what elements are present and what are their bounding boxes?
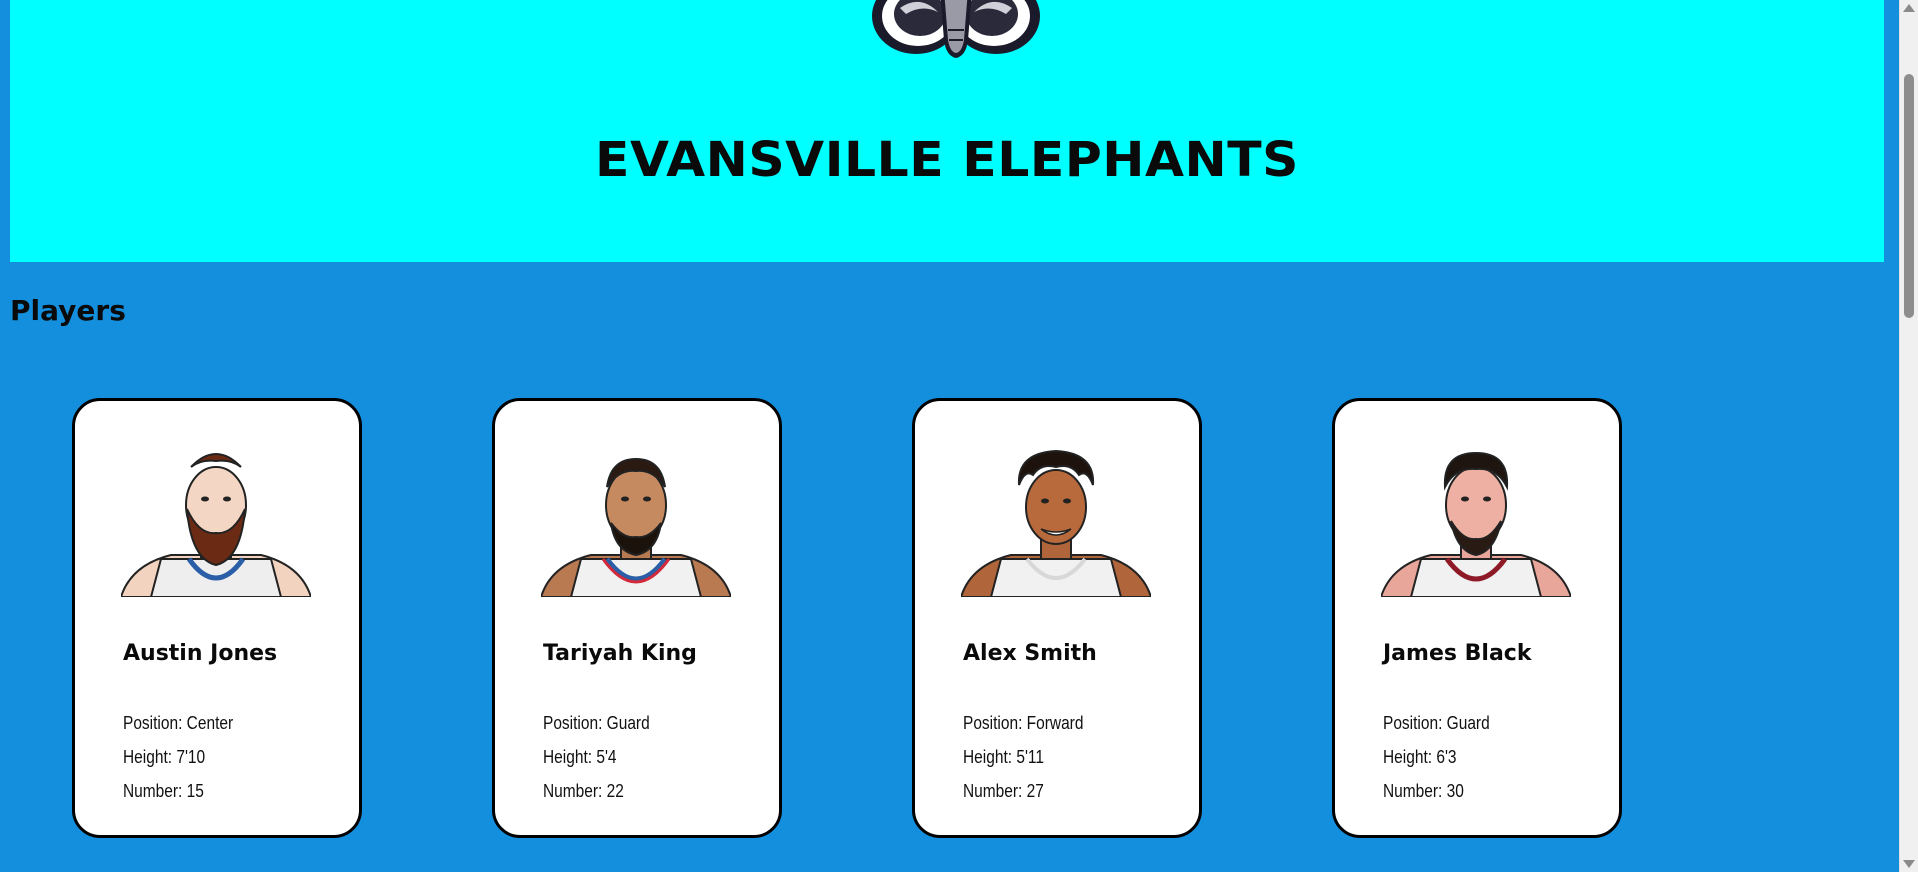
player-number: Number: 27	[963, 781, 1044, 801]
scroll-down-arrow-icon[interactable]	[1903, 860, 1915, 868]
player-position: Position: Guard	[1383, 713, 1490, 733]
team-header: EVANSVILLE ELEPHANTS	[10, 0, 1884, 262]
player-card[interactable]: Tariyah King Position: Guard Height: 5'4…	[492, 398, 782, 838]
player-name: James Black	[1383, 641, 1532, 666]
player-number: Number: 30	[1383, 781, 1464, 801]
player-avatar-icon	[541, 457, 731, 597]
player-height: Height: 6'3	[1383, 747, 1457, 767]
player-height: Height: 5'4	[543, 747, 617, 767]
player-card[interactable]: Austin Jones Position: Center Height: 7'…	[72, 398, 362, 838]
player-position: Position: Forward	[963, 713, 1084, 733]
elephant-logo-icon	[872, 0, 1040, 58]
team-title: EVANSVILLE ELEPHANTS	[595, 132, 1299, 188]
player-position: Position: Center	[123, 713, 234, 733]
player-avatar-icon	[961, 449, 1151, 597]
player-avatar-icon	[121, 453, 311, 597]
page: EVANSVILLE ELEPHANTS Players Austin Jone…	[0, 0, 1900, 872]
player-position: Position: Guard	[543, 713, 650, 733]
player-name: Tariyah King	[543, 641, 697, 666]
player-card[interactable]: James Black Position: Guard Height: 6'3 …	[1332, 398, 1622, 838]
player-number: Number: 22	[543, 781, 624, 801]
player-name: Alex Smith	[963, 641, 1097, 666]
player-card[interactable]: Alex Smith Position: Forward Height: 5'1…	[912, 398, 1202, 838]
player-avatar-icon	[1381, 451, 1571, 597]
player-number: Number: 15	[123, 781, 204, 801]
players-heading: Players	[10, 294, 126, 327]
player-height: Height: 5'11	[963, 747, 1044, 767]
scrollbar-thumb[interactable]	[1904, 74, 1914, 318]
player-name: Austin Jones	[123, 641, 278, 666]
scroll-up-arrow-icon[interactable]	[1903, 4, 1915, 12]
player-height: Height: 7'10	[123, 747, 206, 767]
vertical-scrollbar[interactable]	[1899, 0, 1918, 872]
